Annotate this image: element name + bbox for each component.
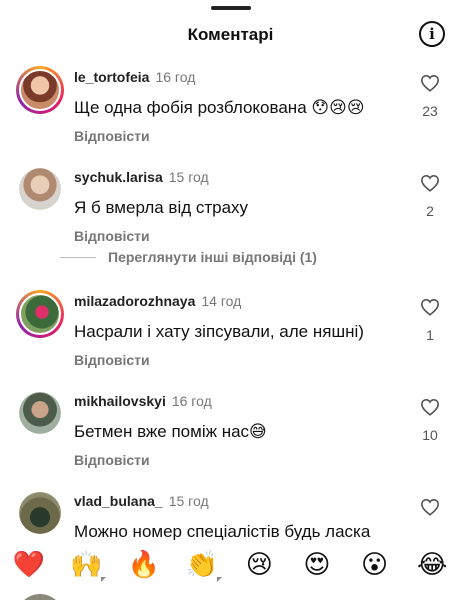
- quick-reaction-bar: ❤️ 🙌 🔥 👏 😢 😍 😮 😂: [0, 540, 461, 588]
- emoji-clap-label: 👏: [185, 548, 218, 579]
- comment-timestamp: 14 год: [201, 293, 242, 309]
- emoji-laughing-button[interactable]: 😂: [412, 544, 452, 584]
- avatar[interactable]: [16, 290, 64, 338]
- view-more-replies-button[interactable]: Переглянути інші відповіді (1): [60, 249, 400, 265]
- like-button[interactable]: 2: [419, 174, 441, 219]
- reply-button[interactable]: Відповісти: [74, 228, 404, 244]
- emoji-raised-hands-button[interactable]: 🙌: [66, 544, 107, 584]
- avatar[interactable]: [19, 168, 61, 210]
- like-count: 1: [426, 327, 434, 343]
- comment-text: Ще одна фобія розблокована 😯😢😢: [74, 98, 365, 117]
- like-count: 2: [426, 203, 434, 219]
- reply-button[interactable]: Відповісти: [74, 128, 404, 144]
- emoji-raised-hands-label: 🙌: [70, 548, 103, 579]
- emoji-heart-eyes-button[interactable]: 😍: [297, 544, 337, 584]
- comment-username[interactable]: vlad_bulana_: [74, 493, 163, 509]
- skin-tone-indicator-icon: [216, 577, 222, 582]
- comment-text: Бетмен вже поміж нас😅: [74, 422, 267, 441]
- heart-outline-icon: [420, 74, 440, 92]
- avatar: [16, 594, 64, 600]
- skin-tone-indicator-icon: [101, 577, 107, 582]
- comment-timestamp: 16 год: [155, 69, 196, 85]
- like-button[interactable]: 23: [419, 74, 441, 119]
- like-count: 10: [422, 427, 438, 443]
- heart-outline-icon: [420, 498, 440, 516]
- page-title: Коментарі: [187, 25, 274, 44]
- like-button[interactable]: 1: [419, 298, 441, 343]
- heart-outline-icon: [420, 174, 440, 192]
- emoji-surprised-button[interactable]: 😮: [355, 544, 395, 584]
- comment-timestamp: 15 год: [168, 169, 209, 185]
- like-button[interactable]: [419, 498, 441, 521]
- emoji-heart-button[interactable]: ❤️: [9, 544, 49, 584]
- view-more-replies-label: Переглянути інші відповіді (1): [108, 249, 317, 265]
- avatar[interactable]: [19, 392, 61, 434]
- divider: [60, 256, 96, 258]
- comment-text: Насрали і хату зіпсували, але няшні): [74, 322, 364, 341]
- comment-username[interactable]: sychuk.larisa: [74, 169, 163, 185]
- reply-button[interactable]: Відповісти: [74, 452, 404, 468]
- emoji-fire-button[interactable]: 🔥: [124, 544, 164, 584]
- avatar[interactable]: [16, 66, 64, 114]
- heart-outline-icon: [420, 298, 440, 316]
- comment-username[interactable]: le_tortofeia: [74, 69, 149, 85]
- emoji-crying-button[interactable]: 😢: [239, 544, 279, 584]
- comment-text: Можно номер спеціалістів будь ласка: [74, 522, 371, 540]
- like-count: 23: [422, 103, 438, 119]
- comments-header: Коментарі i: [0, 0, 461, 60]
- emoji-clap-button[interactable]: 👏: [182, 544, 222, 584]
- comment-username[interactable]: mikhailovskyi: [74, 393, 166, 409]
- comment-timestamp: 16 год: [171, 393, 212, 409]
- comment-text: Я б вмерла від страху: [74, 198, 249, 217]
- comment-username[interactable]: milazadorozhnaya: [74, 293, 195, 309]
- like-button[interactable]: 10: [419, 398, 441, 443]
- heart-outline-icon: [420, 398, 440, 416]
- comments-list[interactable]: le_tortofeia 16 год Ще одна фобія розблок…: [0, 60, 461, 540]
- info-icon[interactable]: i: [419, 21, 445, 47]
- avatar[interactable]: [19, 492, 61, 534]
- reply-button[interactable]: Відповісти: [74, 352, 404, 368]
- comment-timestamp: 15 год: [168, 493, 209, 509]
